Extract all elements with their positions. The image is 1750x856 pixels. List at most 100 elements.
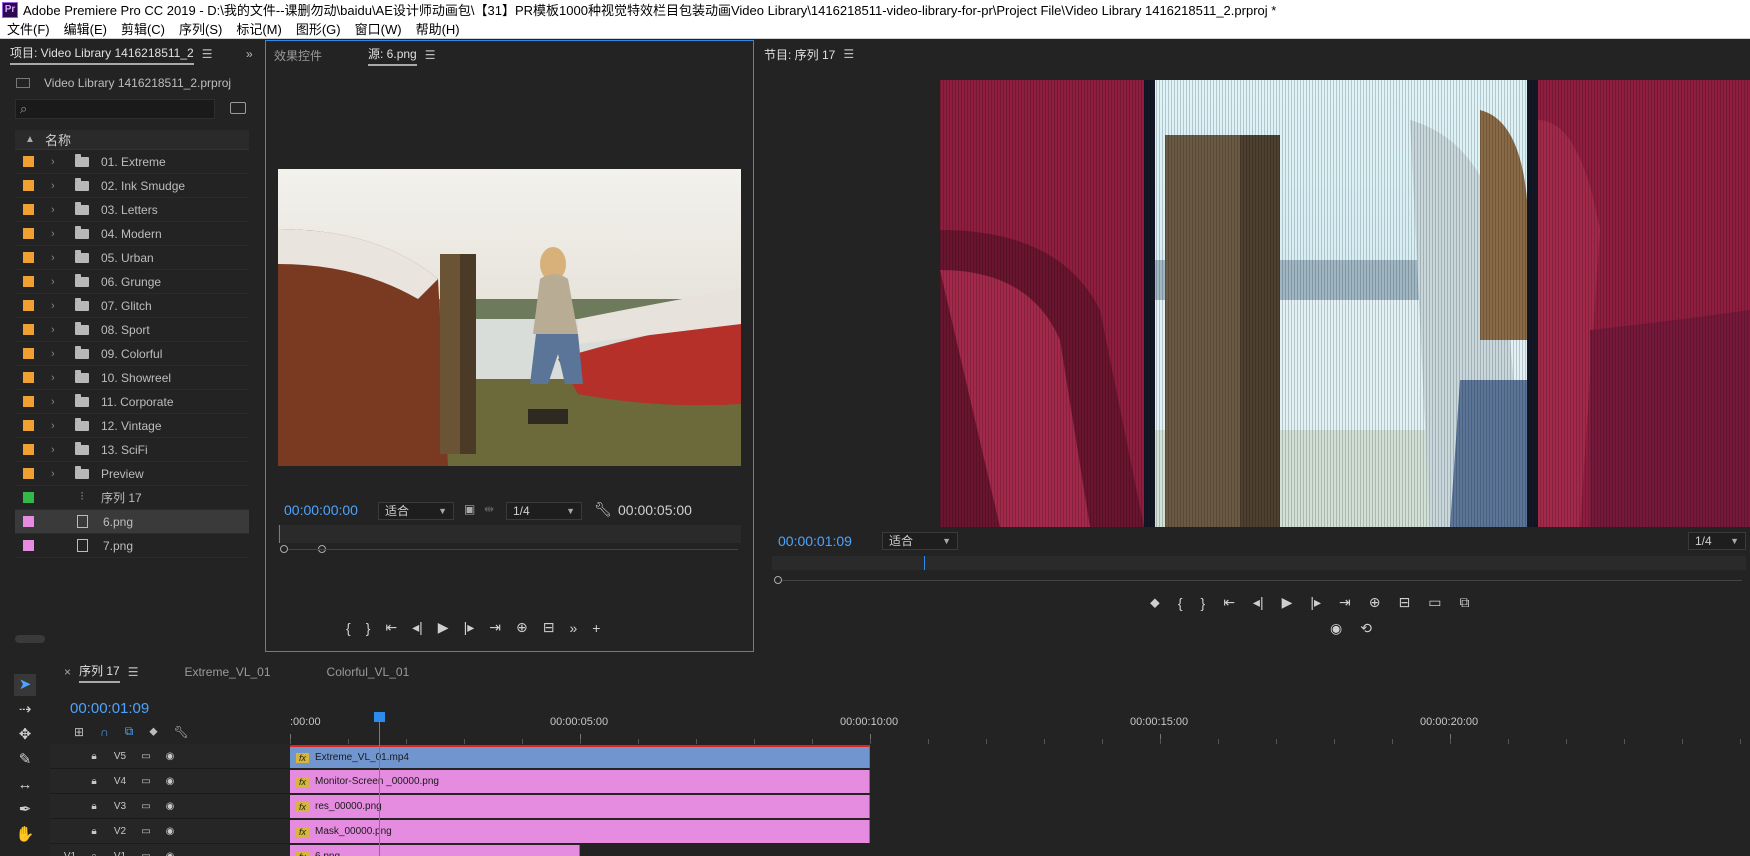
eye-icon[interactable]: ◉	[158, 776, 182, 787]
project-item[interactable]: › 01. Extreme	[15, 150, 249, 174]
insert-icon[interactable]: ⊕	[516, 619, 528, 636]
track-header-v3[interactable]: 🔒︎ V3 ▭ ◉	[50, 794, 290, 819]
project-item[interactable]: › 12. Vintage	[15, 414, 249, 438]
source-zoom-scrollbar[interactable]	[278, 543, 741, 555]
source-playhead-timecode[interactable]: 00:00:00:00	[284, 502, 358, 518]
chevron-right-icon[interactable]: ›	[51, 228, 63, 240]
track-header-v1[interactable]: V1 🔒︎ V1 ▭ ◉	[50, 844, 290, 856]
project-horizontal-scrollbar[interactable]	[15, 635, 45, 643]
project-item[interactable]: › Preview	[15, 462, 249, 486]
lock-icon[interactable]: 🔒︎	[82, 751, 106, 762]
pen-tool-icon[interactable]: ✒	[14, 799, 36, 821]
eye-icon[interactable]: ◉	[158, 826, 182, 837]
label-color-swatch[interactable]	[23, 156, 34, 167]
eye-icon[interactable]: ◉	[158, 751, 182, 762]
menu-graphics[interactable]: 图形(G)	[289, 19, 348, 38]
step-back-icon[interactable]: ◂|	[412, 619, 423, 636]
new-search-bin-icon[interactable]	[230, 102, 246, 114]
chevron-right-icon[interactable]: ›	[51, 204, 63, 216]
program-playhead-timecode[interactable]: 00:00:01:09	[778, 533, 852, 549]
sort-ascending-icon[interactable]: ▲	[15, 134, 45, 145]
timeline-clip[interactable]: fx Monitor-Screen _00000.png	[290, 770, 870, 793]
zoom-handle-left[interactable]	[774, 576, 782, 584]
export-frame-camera-icon[interactable]: ◉	[1330, 620, 1342, 637]
chevron-right-icon[interactable]: ›	[51, 156, 63, 168]
menu-clip[interactable]: 剪辑(C)	[114, 19, 172, 38]
step-forward-icon[interactable]: |▸	[464, 619, 475, 636]
menu-window[interactable]: 窗口(W)	[348, 19, 409, 38]
toggle-output-icon[interactable]: ▭	[134, 851, 158, 856]
project-item[interactable]: › 06. Grunge	[15, 270, 249, 294]
menu-marker[interactable]: 标记(M)	[229, 19, 289, 38]
project-item[interactable]: › 02. Ink Smudge	[15, 174, 249, 198]
label-color-swatch[interactable]	[23, 300, 34, 311]
chevron-right-icon[interactable]: ›	[51, 180, 63, 192]
label-color-swatch[interactable]	[23, 276, 34, 287]
go-to-in-icon[interactable]: ⇤	[1223, 594, 1235, 611]
timeline-clip[interactable]: fx 6.png	[290, 845, 580, 856]
step-forward-icon[interactable]: |▸	[1310, 594, 1321, 611]
mark-out-icon[interactable]: }	[1201, 595, 1206, 611]
label-color-swatch[interactable]	[23, 516, 34, 527]
eye-icon[interactable]: ◉	[158, 851, 182, 856]
timeline-time-ruler[interactable]: :00:00 00:00:05:00 00:00:10:00 00:00:15:00 0…	[290, 708, 1750, 744]
insert-sequence-as-nest-icon[interactable]: ⊞	[74, 725, 84, 739]
project-item[interactable]: 7.png	[15, 534, 249, 558]
menu-help[interactable]: 帮助(H)	[409, 19, 467, 38]
eye-icon[interactable]: ◉	[158, 801, 182, 812]
comparison-view-icon[interactable]: ⧉	[1459, 594, 1469, 611]
chevron-right-icon[interactable]: ›	[51, 420, 63, 432]
timeline-settings-wrench-icon[interactable]: 🔧︎	[174, 725, 189, 739]
panel-menu-icon[interactable]: ☰	[425, 48, 436, 62]
toggle-proxies-icon[interactable]: ⟲	[1360, 620, 1372, 637]
project-item[interactable]: ⫶ 序列 17	[15, 486, 249, 510]
toggle-output-icon[interactable]: ▭	[134, 801, 158, 812]
timeline-clip[interactable]: fx Extreme_VL_01.mp4	[290, 745, 870, 768]
tab-colorful-vl-01[interactable]: Colorful_VL_01	[319, 654, 418, 690]
label-color-swatch[interactable]	[23, 444, 34, 455]
chevron-right-icon[interactable]: ›	[51, 468, 63, 480]
timeline-playhead-timecode[interactable]: 00:00:01:09	[70, 700, 149, 717]
source-playhead[interactable]	[279, 525, 280, 543]
project-item[interactable]: › 07. Glitch	[15, 294, 249, 318]
panel-overflow-icon[interactable]: »	[246, 47, 253, 61]
step-back-icon[interactable]: ◂|	[1253, 594, 1264, 611]
chevron-right-icon[interactable]: ›	[51, 348, 63, 360]
panel-menu-icon[interactable]: ☰	[843, 47, 854, 61]
play-icon[interactable]: ▶	[438, 619, 449, 636]
track-select-tool-icon[interactable]: ⇢	[14, 699, 36, 721]
project-item[interactable]: › 11. Corporate	[15, 390, 249, 414]
label-color-swatch[interactable]	[23, 492, 34, 503]
tab-project[interactable]: 项目: Video Library 1416218511_2 ☰	[2, 40, 220, 68]
project-item[interactable]: › 03. Letters	[15, 198, 249, 222]
chevron-right-icon[interactable]: ›	[51, 276, 63, 288]
toggle-output-icon[interactable]: ▭	[134, 776, 158, 787]
source-fit-select[interactable]: 适合 ▼	[378, 502, 454, 520]
button-editor-overflow-icon[interactable]: »	[569, 620, 577, 636]
timeline-playhead[interactable]	[379, 718, 380, 856]
go-to-in-icon[interactable]: ⇤	[385, 619, 397, 636]
program-resolution-select[interactable]: 1/4 ▼	[1688, 532, 1746, 550]
project-item[interactable]: › 13. SciFi	[15, 438, 249, 462]
razor-tool-icon[interactable]: ✎	[14, 749, 36, 771]
ripple-edit-tool-icon[interactable]: ✥	[14, 724, 36, 746]
project-search-input[interactable]: ⌕	[15, 99, 215, 119]
lock-icon[interactable]: 🔒︎	[82, 776, 106, 787]
label-color-swatch[interactable]	[23, 420, 34, 431]
selection-tool-icon[interactable]: ➤	[14, 674, 36, 696]
tab-program[interactable]: 节目: 序列 17 ☰	[756, 40, 862, 68]
menu-sequence[interactable]: 序列(S)	[172, 19, 229, 38]
panel-menu-icon[interactable]: ☰	[128, 665, 139, 679]
menu-file[interactable]: 文件(F)	[0, 19, 57, 38]
label-color-swatch[interactable]	[23, 204, 34, 215]
chevron-right-icon[interactable]: ›	[51, 372, 63, 384]
safe-margins-icon[interactable]: ▭	[1428, 594, 1441, 611]
track-header-v4[interactable]: 🔒︎ V4 ▭ ◉	[50, 769, 290, 794]
chevron-right-icon[interactable]: ›	[51, 252, 63, 264]
snap-icon[interactable]: ∩	[100, 725, 109, 739]
linked-selection-icon[interactable]: ⧉	[125, 724, 134, 739]
slip-tool-icon[interactable]: ↔	[14, 774, 36, 796]
toggle-output-icon[interactable]: ▭	[134, 826, 158, 837]
track-header-v2[interactable]: 🔒︎ V2 ▭ ◉	[50, 819, 290, 844]
close-icon[interactable]: ×	[64, 665, 71, 679]
